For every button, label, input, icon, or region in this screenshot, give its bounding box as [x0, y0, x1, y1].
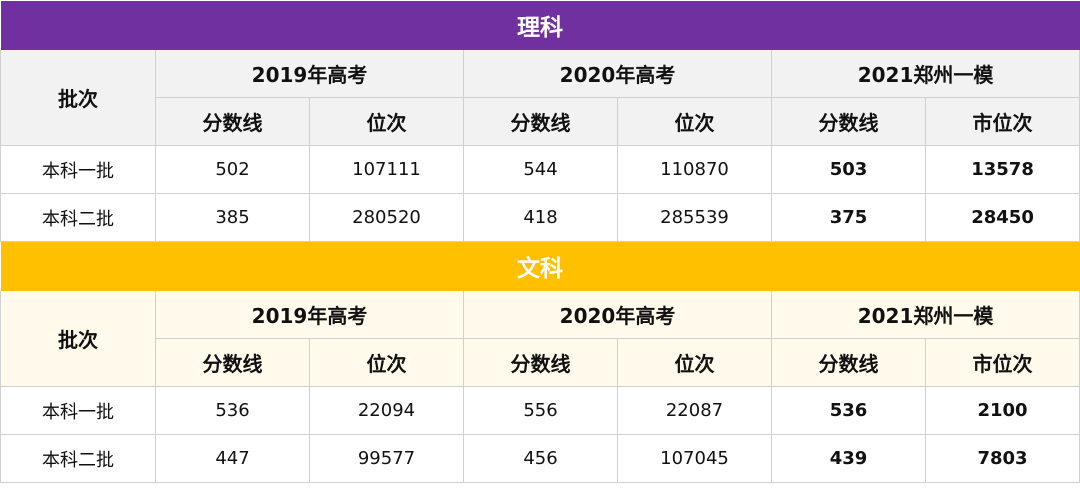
table-cell: 503 [771, 145, 926, 194]
arts-sub-header: 分数线 [771, 338, 926, 387]
arts-sub-header-row: 分数线 位次 分数线 位次 分数线 市位次 [1, 338, 1080, 387]
table-cell: 375 [771, 193, 926, 242]
batch-label: 本科一批 [0, 386, 156, 435]
table-cell: 456 [463, 434, 618, 483]
science-sub-header: 分数线 [463, 97, 618, 146]
science-table-row: 本科二批 385 280520 418 285539 375 28450 [0, 193, 1080, 242]
table-cell: 385 [155, 193, 310, 242]
table-cell: 280520 [309, 193, 464, 242]
arts-table-row: 本科一批 536 22094 556 22087 536 2100 [0, 386, 1080, 435]
arts-sub-header: 市位次 [924, 338, 1080, 387]
science-table-row: 本科一批 502 107111 544 110870 503 13578 [0, 145, 1080, 194]
table-cell: 107111 [309, 145, 464, 194]
science-year-header-row: 批次 2019年高考 2020年高考 2021郑州一模 [0, 49, 1080, 146]
table-cell: 2100 [924, 386, 1080, 435]
table-cell: 536 [155, 386, 310, 435]
science-sub-header: 分数线 [155, 97, 310, 146]
batch-label: 本科二批 [0, 193, 156, 242]
arts-year-header-2021: 2021郑州一模 [770, 290, 1080, 339]
table-cell: 99577 [309, 434, 464, 483]
arts-batch-header: 批次 [0, 290, 156, 387]
batch-label: 本科一批 [0, 145, 156, 194]
science-sub-header: 市位次 [924, 97, 1080, 146]
science-batch-header: 批次 [0, 49, 156, 146]
table-cell: 22087 [617, 386, 772, 435]
table-cell: 285539 [617, 193, 772, 242]
science-sub-header: 位次 [309, 97, 464, 146]
science-year-header-2020: 2020年高考 [463, 49, 772, 98]
science-year-header-2019: 2019年高考 [155, 49, 464, 98]
table-cell: 13578 [924, 145, 1080, 194]
arts-sub-header: 分数线 [155, 338, 310, 387]
science-sub-header: 位次 [617, 97, 772, 146]
arts-sub-header: 分数线 [463, 338, 618, 387]
table-cell: 22094 [309, 386, 464, 435]
science-sub-header: 分数线 [771, 97, 926, 146]
arts-year-header-2019: 2019年高考 [155, 290, 464, 339]
table-cell: 7803 [924, 434, 1080, 483]
arts-sub-header: 位次 [617, 338, 772, 387]
arts-table-row: 本科二批 447 99577 456 107045 439 7803 [0, 434, 1080, 483]
arts-banner-row: 文科 [0, 241, 1080, 291]
arts-title: 文科 [0, 241, 1080, 291]
arts-sub-header: 位次 [309, 338, 464, 387]
science-banner-row: 理科 [0, 0, 1080, 50]
score-table-sheet: 理科 批次 2019年高考 2020年高考 2021郑州一模 分数线 位次 分数… [0, 0, 1080, 491]
table-cell: 556 [463, 386, 618, 435]
table-cell: 418 [463, 193, 618, 242]
arts-year-header-2020: 2020年高考 [463, 290, 772, 339]
table-cell: 107045 [617, 434, 772, 483]
table-cell: 447 [155, 434, 310, 483]
table-cell: 544 [463, 145, 618, 194]
science-year-header-2021: 2021郑州一模 [770, 49, 1080, 98]
table-cell: 502 [155, 145, 310, 194]
table-cell: 28450 [924, 193, 1080, 242]
science-title: 理科 [0, 0, 1080, 50]
arts-year-header-row: 批次 2019年高考 2020年高考 2021郑州一模 [0, 290, 1080, 387]
science-sub-header-row: 分数线 位次 分数线 位次 分数线 市位次 [1, 97, 1080, 146]
table-cell: 439 [771, 434, 926, 483]
table-cell: 536 [771, 386, 926, 435]
table-cell: 110870 [617, 145, 772, 194]
score-table: 理科 批次 2019年高考 2020年高考 2021郑州一模 分数线 位次 分数… [0, 0, 1080, 483]
batch-label: 本科二批 [0, 434, 156, 483]
